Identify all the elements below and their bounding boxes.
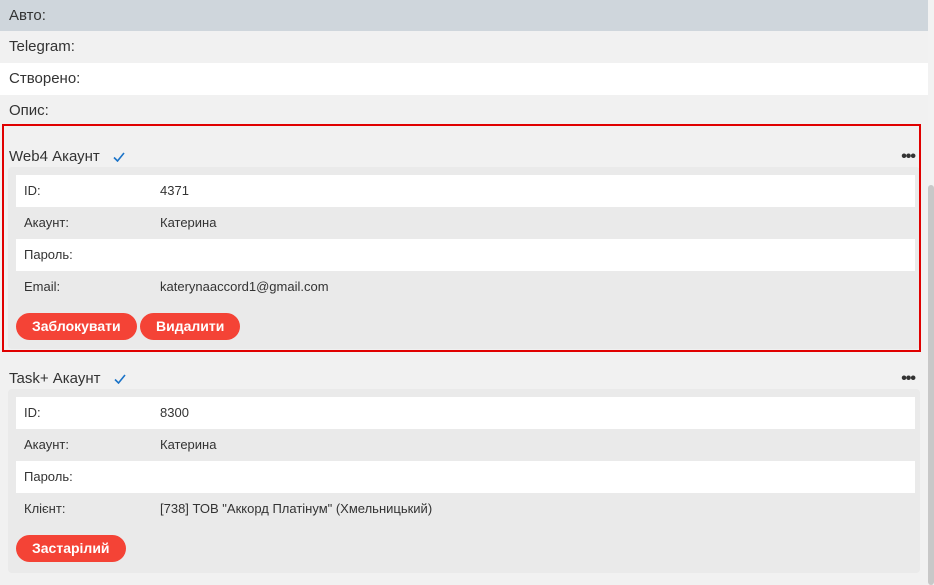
field-label: Акаунт: xyxy=(24,437,69,452)
outdated-button[interactable]: Застарілий xyxy=(16,535,126,562)
account-card-body: ID: 8300 Акаунт: Катерина Пароль: Клієнт… xyxy=(8,389,920,573)
field-row-id: ID: 8300 xyxy=(16,397,915,429)
check-icon xyxy=(114,374,126,385)
account-details-panel: Авто: Telegram: Створено: Опис: Web4 Ака… xyxy=(0,0,928,585)
profile-row-created: Створено: xyxy=(0,63,928,95)
field-row-id: ID: 4371 xyxy=(16,175,915,207)
account-card-title: Web4 Акаунт xyxy=(9,148,125,165)
account-card-web4: Web4 Акаунт ••• ID: 4371 Акаунт: Катерин… xyxy=(0,138,928,349)
field-row-account: Акаунт: Катерина xyxy=(16,429,915,461)
profile-label: Створено: xyxy=(9,70,81,87)
profile-label: Telegram: xyxy=(9,38,75,55)
field-value: 4371 xyxy=(160,183,189,198)
field-value: 8300 xyxy=(160,405,189,420)
field-label: ID: xyxy=(24,405,41,420)
field-value: [738] ТОВ "Аккорд Платінум" (Хмельницьки… xyxy=(160,501,433,516)
profile-row-description: Опис: xyxy=(0,95,928,127)
field-row-account: Акаунт: Катерина xyxy=(16,207,915,239)
field-value[interactable]: katerynaaccord1@gmail.com xyxy=(160,271,329,303)
field-row-password: Пароль: xyxy=(16,239,915,271)
field-value: Катерина xyxy=(160,437,217,452)
field-label: Пароль: xyxy=(24,247,73,262)
check-icon xyxy=(113,152,125,163)
field-label: Акаунт: xyxy=(24,215,69,230)
scrollbar-thumb[interactable] xyxy=(928,185,934,585)
more-options-icon[interactable]: ••• xyxy=(901,370,916,388)
scrollbar-track[interactable] xyxy=(928,0,934,585)
profile-row-telegram: Telegram: xyxy=(0,31,928,63)
field-label: ID: xyxy=(24,183,41,198)
profile-label: Опис: xyxy=(9,102,49,119)
field-row-password: Пароль: xyxy=(16,461,915,493)
field-label: Пароль: xyxy=(24,469,73,484)
account-title-text: Web4 Акаунт xyxy=(9,148,100,165)
account-card-body: ID: 4371 Акаунт: Катерина Пароль: Email:… xyxy=(8,167,920,349)
account-card-title: Task+ Акаунт xyxy=(9,370,126,387)
more-options-icon[interactable]: ••• xyxy=(901,148,916,166)
delete-button[interactable]: Видалити xyxy=(140,313,241,340)
account-card-taskplus: Task+ Акаунт ••• ID: 8300 Акаунт: Катери… xyxy=(0,360,928,573)
field-row-email: Email: katerynaaccord1@gmail.com xyxy=(16,271,915,303)
field-label: Клієнт: xyxy=(24,501,66,516)
block-button[interactable]: Заблокувати xyxy=(16,313,137,340)
field-row-client: Клієнт: [738] ТОВ "Аккорд Платінум" (Хме… xyxy=(16,493,915,525)
field-label: Email: xyxy=(24,279,61,294)
profile-row-auto: Авто: xyxy=(0,0,928,31)
account-title-text: Task+ Акаунт xyxy=(9,370,101,387)
field-value: Катерина xyxy=(160,215,217,230)
accounts-section: Web4 Акаунт ••• ID: 4371 Акаунт: Катерин… xyxy=(0,126,928,585)
profile-label: Авто: xyxy=(9,7,46,24)
